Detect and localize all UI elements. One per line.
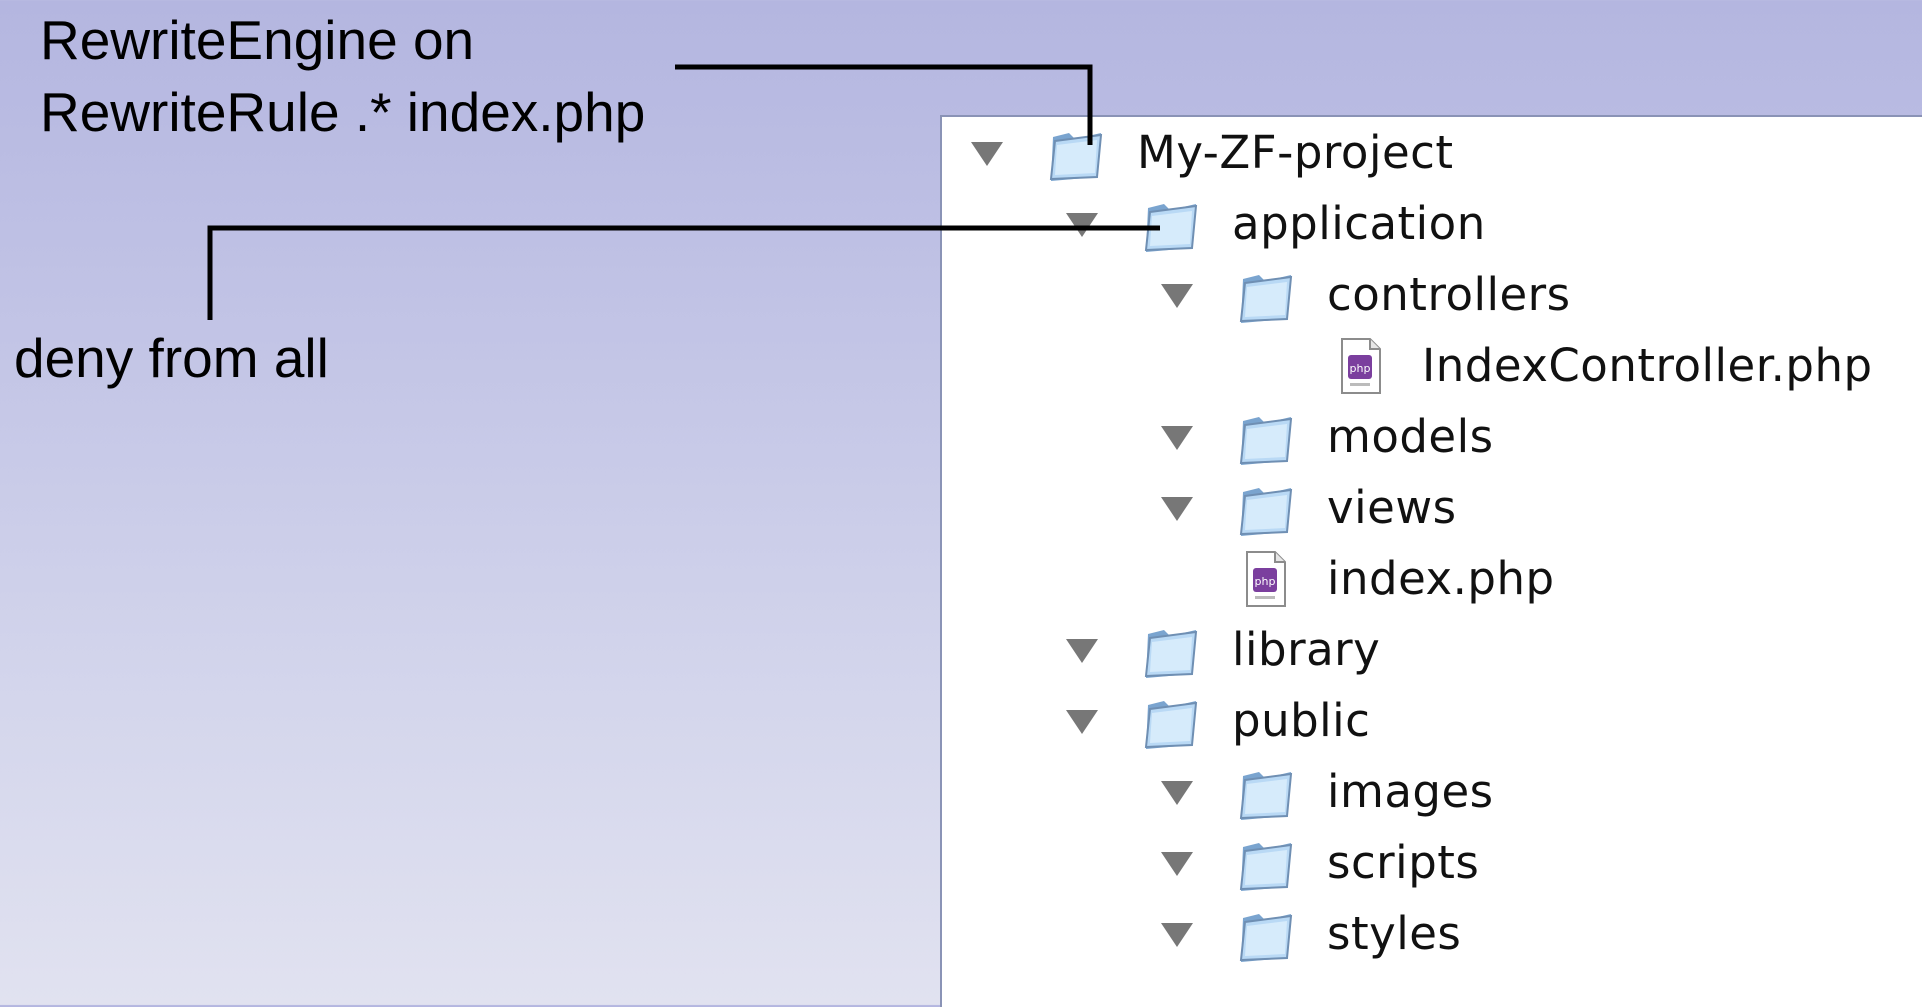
tree-item-label: IndexController.php — [1422, 339, 1873, 392]
folder-icon — [1235, 407, 1297, 467]
tree-item-label: scripts — [1327, 836, 1480, 889]
tree-item-styles[interactable]: styles — [1157, 898, 1461, 969]
tree-item-images[interactable]: images — [1157, 756, 1494, 827]
folder-icon — [1140, 691, 1202, 751]
deny-note: deny from all — [14, 327, 329, 389]
tree-item-library[interactable]: library — [1062, 614, 1380, 685]
tree-item-label: My-ZF-project — [1137, 126, 1454, 179]
svg-text:php: php — [1350, 362, 1371, 375]
disclosure-triangle-icon[interactable] — [1157, 275, 1197, 315]
tree-item-controllers[interactable]: controllers — [1157, 259, 1571, 330]
tree-item-models[interactable]: models — [1157, 401, 1494, 472]
tree-item-label: library — [1232, 623, 1381, 676]
disclosure-triangle-icon[interactable] — [967, 133, 1007, 173]
slide-canvas: { "annotations": { "rewrite_line_1": "Re… — [0, 0, 1922, 1007]
rewrite-rule-line: RewriteRule .* index.php — [40, 81, 646, 143]
tree-item-index-php[interactable]: php index.php — [1157, 543, 1555, 614]
folder-icon — [1235, 904, 1297, 964]
rewrite-engine-line: RewriteEngine on — [40, 9, 475, 71]
folder-icon — [1140, 620, 1202, 680]
tree-item-label: styles — [1327, 907, 1462, 960]
tree-item-scripts[interactable]: scripts — [1157, 827, 1479, 898]
tree-item-application[interactable]: application — [1062, 188, 1486, 259]
folder-icon — [1235, 265, 1297, 325]
tree-item-views[interactable]: views — [1157, 472, 1457, 543]
php-file-icon: php — [1235, 549, 1297, 609]
disclosure-triangle-icon[interactable] — [1157, 488, 1197, 528]
folder-icon — [1235, 833, 1297, 893]
disclosure-triangle-icon[interactable] — [1062, 701, 1102, 741]
rewrite-rules-note: RewriteEngine on RewriteRule .* index.ph… — [40, 4, 645, 148]
tree-item-label: views — [1327, 481, 1457, 534]
disclosure-triangle-icon[interactable] — [1157, 772, 1197, 812]
folder-icon — [1235, 762, 1297, 822]
disclosure-triangle-icon[interactable] — [1157, 914, 1197, 954]
folder-icon — [1235, 478, 1297, 538]
disclosure-triangle-icon[interactable] — [1062, 630, 1102, 670]
tree-item-label: application — [1232, 197, 1486, 250]
tree-item-label: controllers — [1327, 268, 1571, 321]
tree-item-label: images — [1327, 765, 1494, 818]
php-file-icon: php — [1330, 336, 1392, 396]
disclosure-triangle-icon[interactable] — [1062, 204, 1102, 244]
disclosure-triangle-icon[interactable] — [1157, 843, 1197, 883]
folder-icon — [1140, 194, 1202, 254]
tree-item-indexcontroller-php[interactable]: php IndexController.php — [1252, 330, 1873, 401]
folder-icon — [1045, 123, 1107, 183]
tree-item-public[interactable]: public — [1062, 685, 1370, 756]
disclosure-triangle-icon[interactable] — [1157, 417, 1197, 457]
tree-item-label: public — [1232, 694, 1371, 747]
tree-item-my-zf-project[interactable]: My-ZF-project — [967, 117, 1454, 188]
svg-text:php: php — [1255, 575, 1276, 588]
tree-item-label: index.php — [1327, 552, 1555, 605]
tree-item-label: models — [1327, 410, 1494, 463]
file-tree-panel: My-ZF-project application controllers ph… — [940, 115, 1922, 1007]
